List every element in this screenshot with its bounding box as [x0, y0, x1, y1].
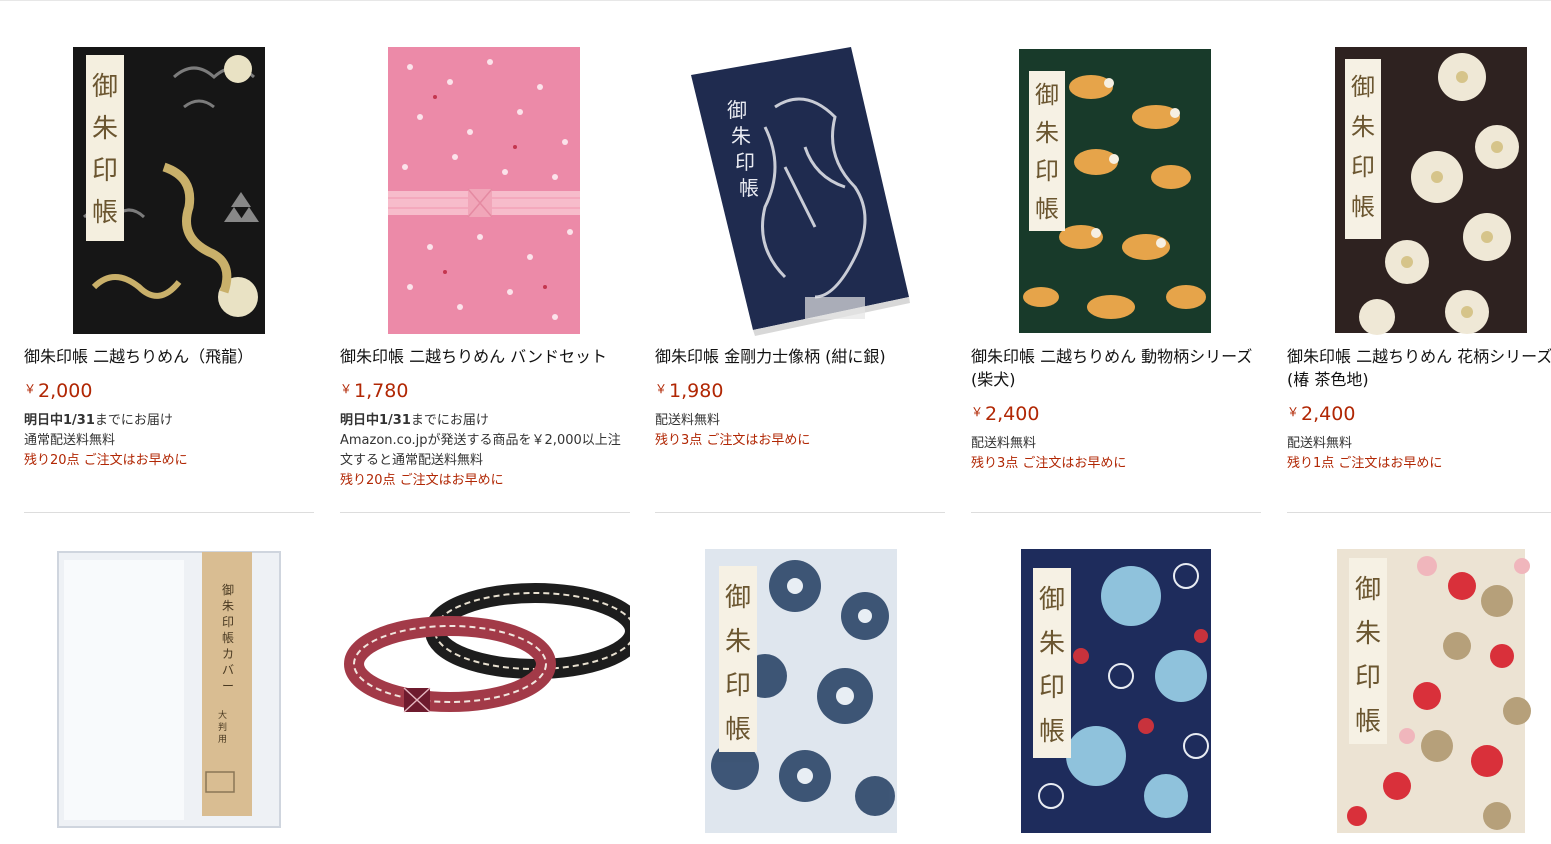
cover-char: 朱	[1351, 113, 1375, 141]
cover-char: 朱	[1355, 619, 1381, 649]
product-meta: 明日中1/31までにお届け 通常配送料無料 残り20点 ご注文はお早めに	[24, 411, 324, 471]
cover-char: 帳	[92, 198, 118, 228]
cover-char: 朱	[1035, 119, 1059, 147]
product-image[interactable]: 御 朱 印 帳	[655, 47, 945, 337]
cover-char: 印	[725, 671, 751, 701]
shipping-text: Amazon.co.jpが発送する商品を￥2,000以上注文すると通常配送料無料	[340, 433, 621, 468]
shipping-text: 配送料無料	[971, 436, 1037, 451]
cover-char: 帳	[1351, 193, 1375, 221]
product-image[interactable]: 御 朱 印 帳	[971, 47, 1261, 337]
cover-sub-char: 大	[218, 709, 227, 721]
cover-sub-char: 判	[218, 721, 227, 733]
product-title[interactable]: 御朱印帳 金剛力士像柄 (紺に銀)	[655, 345, 975, 368]
product-image[interactable]: 御 朱 印 帳	[655, 546, 945, 836]
cover-char: 御	[727, 98, 747, 122]
shipping-text: 配送料無料	[655, 413, 721, 428]
cover-char: 帳	[739, 176, 759, 200]
cover-char: 御	[725, 583, 751, 613]
cover-char: 印	[1035, 157, 1059, 185]
product-price: ￥ 1,980	[655, 380, 724, 402]
cover-char: 御	[92, 72, 118, 102]
cover-char: 御	[1035, 81, 1059, 109]
cover-char: 印	[1039, 673, 1065, 703]
product-image[interactable]: 御 朱 印 帳	[1287, 47, 1551, 337]
cover-char: 朱	[1039, 629, 1065, 659]
product-title[interactable]: 御朱印帳 二越ちりめん バンドセット	[340, 345, 660, 368]
cover-char: 印	[735, 150, 755, 174]
top-border	[0, 0, 1551, 1]
product-price: ￥ 2,000	[24, 380, 93, 402]
product-price: ￥ 2,400	[1287, 403, 1356, 425]
product-image[interactable]	[340, 546, 645, 836]
product-image[interactable]: 御 朱 印 帳	[24, 47, 314, 337]
divider	[24, 512, 314, 513]
product-image[interactable]	[340, 47, 630, 337]
stock-text: 残り1点 ご注文はお早めに	[1287, 456, 1443, 471]
divider	[1287, 512, 1551, 513]
stock-text: 残り20点 ご注文はお早めに	[340, 473, 504, 488]
shipping-text: 配送料無料	[1287, 436, 1353, 451]
divider	[971, 512, 1261, 513]
product-price: ￥ 2,400	[971, 403, 1040, 425]
cover-char: 御	[1351, 73, 1375, 101]
product-title[interactable]: 御朱印帳 二越ちりめん（飛龍）	[24, 345, 344, 368]
product-price: ￥ 1,780	[340, 380, 409, 402]
product-title[interactable]: 御朱印帳 二越ちりめん 動物柄シリーズ (柴犬)	[971, 345, 1261, 391]
cover-label-char: カ	[222, 647, 234, 661]
cover-char: 朱	[92, 114, 118, 144]
divider	[655, 512, 945, 513]
product-meta: 配送料無料 残り3点 ご注文はお早めに	[655, 411, 955, 451]
cover-label-char: 御	[222, 582, 234, 597]
cover-char: 朱	[731, 124, 751, 148]
cover-label-char: 帳	[222, 631, 234, 645]
cover-label-char: バ	[222, 663, 234, 677]
cover-char: 朱	[725, 627, 751, 657]
product-image[interactable]: 御 朱 印 帳	[971, 546, 1261, 836]
product-meta: 配送料無料 残り3点 ご注文はお早めに	[971, 434, 1271, 474]
delivery-date: 明日中1/31	[24, 413, 95, 428]
delivery-date: 明日中1/31	[340, 413, 411, 428]
cover-label-char: 印	[222, 615, 234, 629]
product-image[interactable]: 御 朱 印 帳 カ バ ー 大 判 用	[24, 546, 314, 836]
product-meta: 明日中1/31までにお届け Amazon.co.jpが発送する商品を￥2,000…	[340, 411, 625, 491]
cover-char: 御	[1355, 575, 1381, 605]
stock-text: 残り3点 ご注文はお早めに	[655, 433, 811, 448]
cover-char: 印	[1355, 663, 1381, 693]
product-title[interactable]: 御朱印帳 二越ちりめん 花柄シリーズ (椿 茶色地)	[1287, 345, 1551, 391]
cover-label-char: ー	[222, 679, 234, 693]
cover-sub-char: 用	[218, 734, 227, 745]
cover-char: 帳	[1035, 195, 1059, 223]
cover-char: 帳	[1039, 717, 1065, 747]
cover-char: 御	[1039, 585, 1065, 615]
divider	[340, 512, 630, 513]
stock-text: 残り20点 ご注文はお早めに	[24, 453, 188, 468]
cover-char: 帳	[1355, 707, 1381, 737]
cover-char: 印	[1351, 153, 1375, 181]
cover-label-char: 朱	[222, 599, 234, 613]
product-image[interactable]: 御 朱 印 帳	[1287, 546, 1551, 836]
cover-char: 印	[92, 156, 118, 186]
delivery-text: までにお届け	[410, 413, 489, 428]
cover-char: 帳	[725, 715, 751, 745]
shipping-text: 通常配送料無料	[24, 433, 116, 448]
stock-text: 残り3点 ご注文はお早めに	[971, 456, 1127, 471]
product-meta: 配送料無料 残り1点 ご注文はお早めに	[1287, 434, 1537, 474]
delivery-text: までにお届け	[94, 413, 173, 428]
